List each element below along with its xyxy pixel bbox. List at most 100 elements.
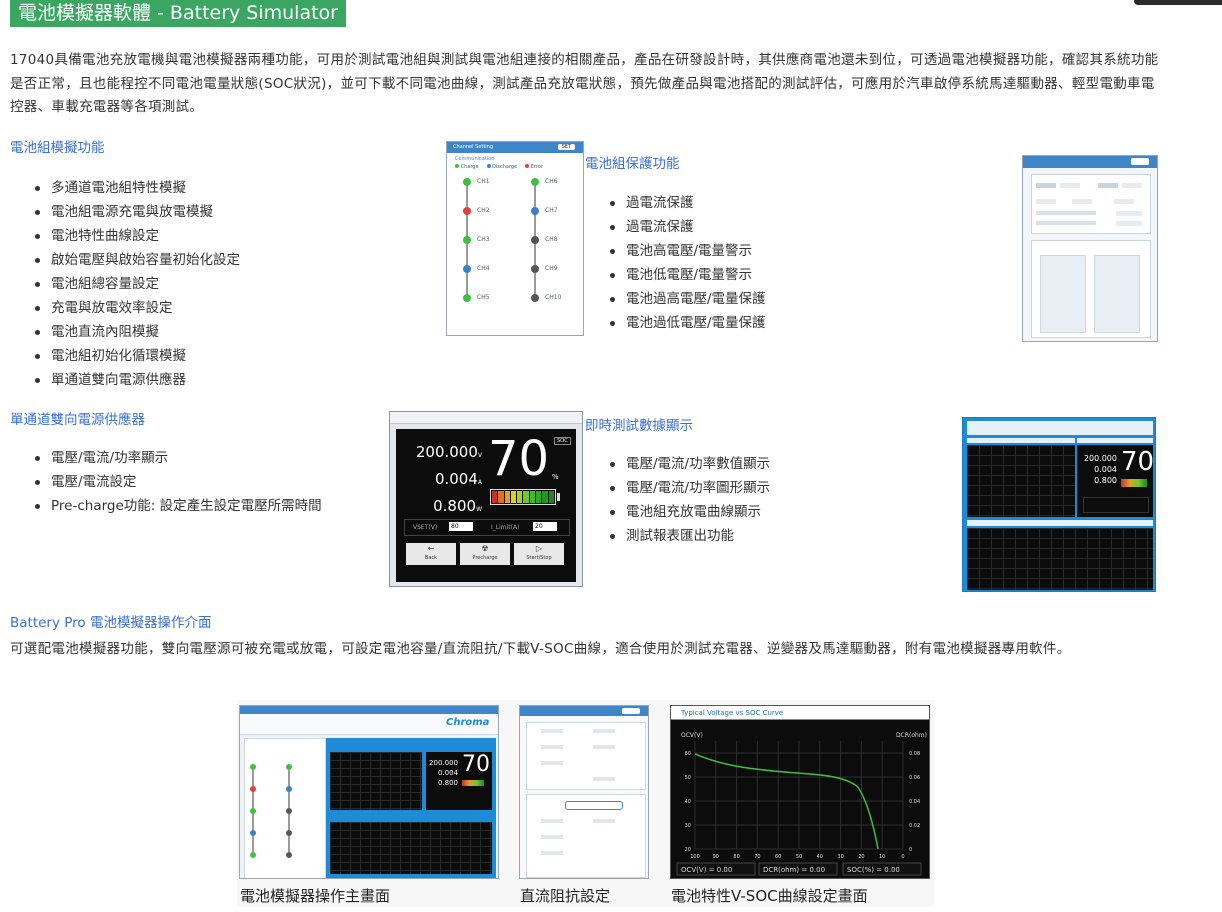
channel-node: CH5 xyxy=(463,292,513,321)
list-item: 電壓/電流/功率顯示 xyxy=(29,446,322,470)
battery-cell xyxy=(510,491,517,503)
y2-tick-label: 0.02 xyxy=(909,823,920,829)
channel-label: CH3 xyxy=(477,236,490,243)
bidirectional-list: 電壓/電流/功率顯示 電壓/電流設定 Pre-charge功能: 設定產生設定電… xyxy=(29,446,322,518)
corner-tab[interactable] xyxy=(1134,0,1222,5)
x-tick-label: 30 xyxy=(837,854,843,860)
realtime-heading[interactable]: 即時測試數據顯示 xyxy=(585,417,693,435)
x-tick-label: 40 xyxy=(817,854,823,860)
vset-input: 80 xyxy=(449,522,473,531)
channel-node: CH2 xyxy=(463,205,513,240)
list-item: 電池低電壓/電量警示 xyxy=(604,263,766,287)
battery-cell xyxy=(498,491,504,503)
communication-label: Communication xyxy=(455,156,495,162)
channel-status-icon xyxy=(463,236,471,244)
intro-paragraph: 17040具備電池充放電機與電池模擬器兩種功能，可用於測試電池組與測試與電池組連… xyxy=(10,52,1159,115)
mini-channel-icon xyxy=(250,852,256,858)
y-tick-label: 40 xyxy=(685,799,691,805)
mini-power: 0.800 xyxy=(1094,476,1117,485)
channel-node: CH10 xyxy=(531,292,581,321)
voltage-readout: 200.000V xyxy=(415,443,482,461)
vset-label: VSET(V) xyxy=(413,524,438,531)
x-tick-label: 70 xyxy=(754,854,760,860)
list-item: 測試報表匯出功能 xyxy=(604,524,770,548)
battery-cell xyxy=(542,491,548,503)
channel-status-icon xyxy=(531,207,539,215)
caption-vsoc-setting: 電池特性V-SOC曲線設定畫面 xyxy=(671,887,868,905)
battery-pro-heading[interactable]: Battery Pro 電池模擬器操作介面 xyxy=(10,614,211,632)
legend-charge: Charge xyxy=(455,164,479,170)
channel-label: CH8 xyxy=(545,236,558,243)
list-item: 電池高電壓/電量警示 xyxy=(604,239,766,263)
y2-tick-label: 0.08 xyxy=(909,751,920,757)
channel-setting-title: Channel Setting xyxy=(453,144,494,150)
channel-status-icon xyxy=(463,294,471,302)
start-stop-button: ▷ Start/Stop xyxy=(514,543,564,565)
main-screen-screenshot: Chroma 200.000 0.004 0.800 70 xyxy=(239,705,499,879)
list-item: 電池組初始化循環模擬 xyxy=(29,344,240,368)
channel-status-icon xyxy=(531,265,539,273)
y-tick-label: 20 xyxy=(685,847,691,853)
channel-label: CH6 xyxy=(545,178,558,185)
channel-node: CH1 xyxy=(463,176,513,211)
channel-node: CH4 xyxy=(463,263,513,298)
protection-heading[interactable]: 電池組保護功能 xyxy=(585,155,680,173)
y2-tick-label: 0.04 xyxy=(909,799,920,805)
battery-cell xyxy=(536,491,542,503)
protection-list: 過電流保護 過電流保護 電池高電壓/電量警示 電池低電壓/電量警示 電池過高電壓… xyxy=(604,191,766,335)
readout-text: DCR(ohm) = 0.00 xyxy=(763,866,825,874)
list-item: 電池過高電壓/電量保護 xyxy=(604,287,766,311)
battery-pack-heading[interactable]: 電池組模擬功能 xyxy=(10,139,105,157)
x-tick-label: 0 xyxy=(901,854,904,860)
caption-main-screen: 電池模擬器操作主畫面 xyxy=(240,887,391,905)
soc-unit: % xyxy=(552,473,559,481)
page-title: 電池模擬器軟體 - Battery Simulator xyxy=(10,0,346,27)
status-legend: Charge Discharge Error xyxy=(455,164,543,170)
x-tick-label: 90 xyxy=(713,854,719,860)
list-item: 啟始電壓與啟始容量初始化設定 xyxy=(29,248,240,272)
battery-cell xyxy=(517,491,523,503)
readout-text: OCV(V) = 0.00 xyxy=(681,866,732,874)
current-readout: 0.004A xyxy=(434,470,482,488)
channel-node: CH9 xyxy=(531,263,581,298)
y-tick-label: 60 xyxy=(685,751,691,757)
power-display-screenshot: 200.000V 0.004A 0.800W 70 SOC % VSET(V) … xyxy=(389,411,583,587)
x-tick-label: 20 xyxy=(858,854,864,860)
list-item: 電池組電源充電與放電模擬 xyxy=(29,200,240,224)
battery-cell xyxy=(548,491,554,503)
list-item: 過電流保護 xyxy=(604,191,766,215)
x-tick-label: 60 xyxy=(775,854,781,860)
list-item: 過電流保護 xyxy=(604,215,766,239)
list-item: 電池過低電壓/電量保護 xyxy=(604,311,766,335)
legend-error: Error xyxy=(525,164,543,170)
channel-status-icon xyxy=(531,178,539,186)
list-item: 電壓/電流設定 xyxy=(29,470,322,494)
battery-info-screenshot xyxy=(1022,155,1158,342)
x-tick-label: 80 xyxy=(733,854,739,860)
list-item: Pre-charge功能: 設定產生設定電壓所需時間 xyxy=(29,494,322,518)
channel-node: CH6 xyxy=(531,176,581,211)
limit-input: 20 xyxy=(533,522,557,531)
channel-label: CH10 xyxy=(545,294,562,301)
list-item: 電池特性曲線設定 xyxy=(29,224,240,248)
channel-node: CH8 xyxy=(531,234,581,269)
x-tick-label: 50 xyxy=(796,854,802,860)
left-axis-label: OCV(V) xyxy=(681,732,703,739)
channel-status-icon xyxy=(531,294,539,302)
channel-label: CH2 xyxy=(477,207,490,214)
list-item: 電池組總容量設定 xyxy=(29,272,240,296)
battery-pro-paragraph: 可選配電池模擬器功能，雙向電壓源可被充電或放電，可設定電池容量/直流阻抗/下載V… xyxy=(10,641,1071,657)
dcr-setting-screenshot xyxy=(519,705,649,879)
right-axis-label: DCR(ohm) xyxy=(896,732,927,739)
channel-status-icon xyxy=(531,236,539,244)
realtime-list: 電壓/電流/功率數值顯示 電壓/電流/功率圖形顯示 電池組充放電曲線顯示 測試報… xyxy=(604,452,770,548)
battery-level-icon xyxy=(490,489,556,505)
y2-tick-label: 0.06 xyxy=(909,775,920,781)
bidirectional-heading[interactable]: 單通道雙向電源供應器 xyxy=(10,411,145,429)
soc-tag: SOC xyxy=(554,437,571,445)
x-tick-label: 100 xyxy=(690,854,700,860)
list-item: 電壓/電流/功率數值顯示 xyxy=(604,452,770,476)
mini-soc: 70 xyxy=(1121,447,1155,477)
channel-label: CH1 xyxy=(477,178,490,185)
battery-cell xyxy=(523,491,529,503)
